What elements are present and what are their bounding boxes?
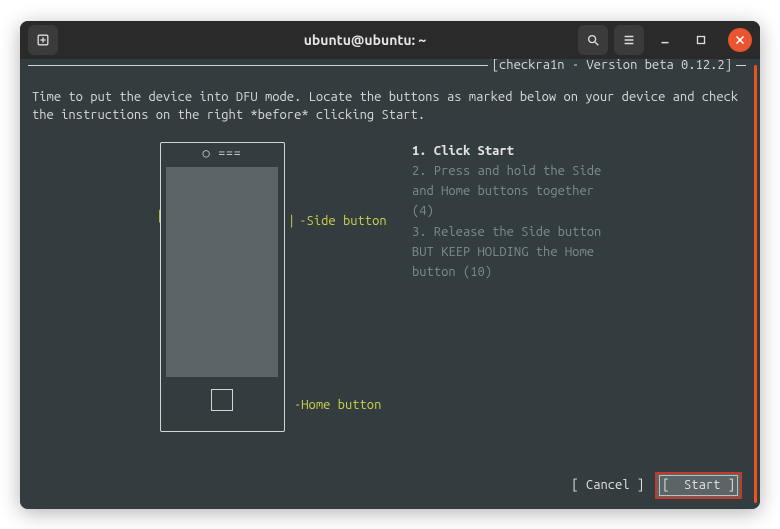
side-button-label: -Side button bbox=[288, 212, 387, 230]
step-1: 1. Click Start bbox=[412, 142, 742, 160]
maximize-button[interactable] bbox=[686, 25, 716, 55]
minimize-button[interactable] bbox=[650, 25, 680, 55]
intro-text: Time to put the device into DFU mode. Lo… bbox=[32, 88, 742, 124]
step-2-line3: (4) bbox=[412, 202, 742, 220]
phone-outline: ○ === bbox=[160, 142, 285, 432]
phone-screen bbox=[166, 167, 278, 377]
new-tab-button[interactable] bbox=[28, 25, 58, 55]
start-button-label: [ Start ] bbox=[659, 475, 738, 495]
step-2-line2: and Home buttons together bbox=[412, 182, 742, 200]
dialog-buttons: [ Cancel ] [ Start ] bbox=[568, 472, 742, 498]
close-button[interactable] bbox=[728, 28, 752, 52]
device-diagram: | ○ === -Side button -Home button bbox=[32, 142, 412, 432]
tui-frame: [checkra1n - Version beta 0.12.2] Time t… bbox=[28, 65, 746, 432]
menu-button[interactable] bbox=[614, 25, 644, 55]
step-3-line2: BUT KEEP HOLDING the Home bbox=[412, 243, 742, 261]
titlebar: ubuntu@ubuntu: ~ bbox=[20, 21, 760, 59]
phone-top-icons: ○ === bbox=[202, 143, 241, 167]
terminal-body: [checkra1n - Version beta 0.12.2] Time t… bbox=[20, 59, 760, 509]
search-button[interactable] bbox=[578, 25, 608, 55]
terminal-window: ubuntu@ubuntu: ~ [checkra1n - Version be… bbox=[20, 21, 760, 509]
step-2-line1: 2. Press and hold the Side bbox=[412, 162, 742, 180]
frame-title: [checkra1n - Version beta 0.12.2] bbox=[488, 59, 736, 74]
home-button-icon bbox=[211, 389, 233, 411]
start-button[interactable]: [ Start ] bbox=[655, 472, 742, 498]
cancel-button[interactable]: [ Cancel ] bbox=[568, 474, 647, 496]
step-3-line1: 3. Release the Side button bbox=[412, 223, 742, 241]
step-3-line3: button (10) bbox=[412, 263, 742, 281]
instruction-steps: 1. Click Start 2. Press and hold the Sid… bbox=[412, 142, 742, 432]
window-title: ubuntu@ubuntu: ~ bbox=[198, 32, 532, 48]
home-button-label: -Home button bbox=[294, 396, 381, 414]
scrollbar[interactable] bbox=[754, 65, 757, 503]
